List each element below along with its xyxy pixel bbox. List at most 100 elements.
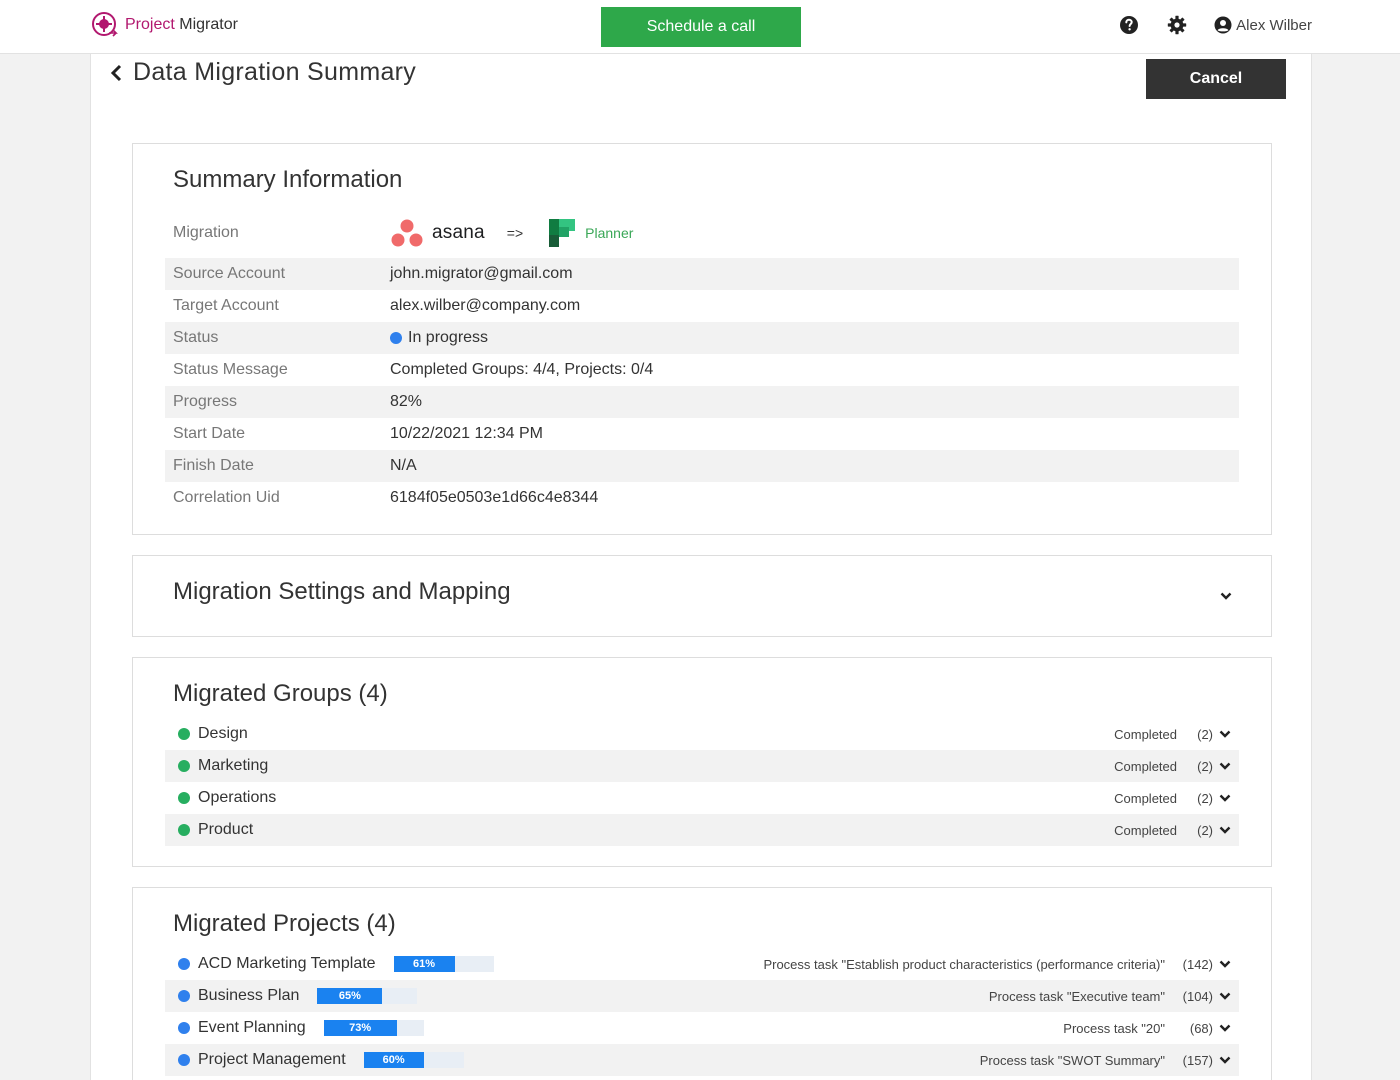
chevron-down-icon[interactable] bbox=[1219, 1024, 1231, 1032]
summary-row-label: Source Account bbox=[173, 265, 286, 282]
project-progress-bar: 61% bbox=[393, 956, 494, 972]
projects-title: Migrated Projects (4) bbox=[173, 910, 396, 937]
summary-row-value: N/A bbox=[390, 457, 417, 474]
group-row[interactable]: Design Completed (2) bbox=[165, 718, 1239, 750]
group-row[interactable]: Marketing Completed (2) bbox=[165, 750, 1239, 782]
summary-row-value: 82% bbox=[390, 393, 423, 410]
summary-row-label: Progress bbox=[173, 393, 238, 410]
project-progress-fill: 61% bbox=[393, 956, 455, 972]
summary-row-label: Status bbox=[173, 329, 219, 346]
projects-card: Migrated Projects (4) ACD Marketing Temp… bbox=[132, 887, 1272, 1080]
summary-row-status: Status In progress bbox=[165, 322, 1239, 354]
top-actions: Alex Wilber bbox=[1118, 14, 1312, 36]
project-status: Process task "Executive team" bbox=[988, 988, 1165, 1004]
group-row[interactable]: Product Completed (2) bbox=[165, 814, 1239, 846]
project-row[interactable]: Event Planning 73% Process task "20" (68) bbox=[165, 1012, 1239, 1044]
status-dot-icon bbox=[178, 1022, 190, 1034]
brand[interactable]: Project Migrator bbox=[91, 11, 238, 39]
groups-title: Migrated Groups (4) bbox=[173, 680, 388, 707]
migration-label: Migration bbox=[173, 224, 239, 241]
status-dot-icon bbox=[178, 760, 190, 772]
project-name: Business Plan bbox=[198, 987, 300, 1004]
status-dot-icon bbox=[178, 792, 190, 804]
project-row[interactable]: ACD Marketing Template 61% Process task … bbox=[165, 948, 1239, 980]
summary-row-label: Start Date bbox=[173, 425, 246, 442]
summary-row-target-account: Target Account alex.wilber@company.com bbox=[165, 290, 1239, 322]
question-circle-icon[interactable] bbox=[1118, 14, 1140, 36]
chevron-down-icon[interactable] bbox=[1219, 762, 1231, 770]
status-dot-icon bbox=[178, 824, 190, 836]
project-count: (142) bbox=[1182, 956, 1213, 972]
planner-logo-icon bbox=[549, 219, 576, 247]
groups-card: Migrated Groups (4) Design Completed (2) … bbox=[132, 657, 1272, 867]
status-dot-icon bbox=[178, 1054, 190, 1066]
group-count: (2) bbox=[1197, 822, 1213, 838]
status-dot-icon bbox=[178, 990, 190, 1002]
project-name: Project Management bbox=[198, 1051, 346, 1068]
page-title: Data Migration Summary bbox=[133, 58, 417, 86]
summary-row-start-date: Start Date 10/22/2021 12:34 PM bbox=[165, 418, 1239, 450]
chevron-down-icon[interactable] bbox=[1219, 960, 1231, 968]
group-count: (2) bbox=[1197, 726, 1213, 742]
status-value: In progress bbox=[390, 329, 488, 347]
chevron-down-icon[interactable] bbox=[1219, 992, 1231, 1000]
summary-row-label: Status Message bbox=[173, 361, 288, 378]
brand-name: Project Migrator bbox=[125, 16, 238, 34]
chevron-down-icon[interactable] bbox=[1219, 1056, 1231, 1064]
chevron-down-icon[interactable] bbox=[1219, 730, 1231, 738]
project-status: Process task "Establish product characte… bbox=[763, 956, 1165, 972]
summary-card: Summary Information Migration asana => P… bbox=[132, 143, 1272, 535]
page-header: Data Migration Summary bbox=[109, 58, 416, 87]
group-status: Completed bbox=[1114, 790, 1177, 806]
brand-name-part1: Project bbox=[125, 16, 175, 33]
migration-logos: asana => Planner bbox=[390, 217, 633, 249]
group-name: Design bbox=[198, 725, 248, 742]
project-migrator-logo-icon bbox=[92, 12, 118, 37]
summary-row-value: 10/22/2021 12:34 PM bbox=[390, 425, 544, 442]
brand-name-part2: Migrator bbox=[179, 16, 238, 33]
asana-logo-text: asana bbox=[432, 222, 485, 243]
chevron-down-icon[interactable] bbox=[1219, 826, 1231, 834]
cancel-button[interactable]: Cancel bbox=[1146, 59, 1286, 99]
project-progress-bar: 60% bbox=[363, 1052, 464, 1068]
group-row[interactable]: Operations Completed (2) bbox=[165, 782, 1239, 814]
page-panel: Data Migration Summary Cancel Summary In… bbox=[90, 54, 1312, 1080]
settings-card[interactable]: Migration Settings and Mapping bbox=[132, 555, 1272, 637]
planner-logo-text: Planner bbox=[585, 225, 634, 241]
summary-row-value: Completed Groups: 4/4, Projects: 0/4 bbox=[390, 361, 654, 378]
group-name: Product bbox=[198, 821, 254, 838]
group-name: Marketing bbox=[198, 757, 269, 774]
summary-row-value: 6184f05e0503e1d66c4e8344 bbox=[390, 489, 599, 506]
gear-icon[interactable] bbox=[1166, 14, 1188, 36]
group-status: Completed bbox=[1114, 758, 1177, 774]
project-progress-bar: 73% bbox=[323, 1020, 424, 1036]
summary-row-progress: Progress 82% bbox=[165, 386, 1239, 418]
project-count: (68) bbox=[1189, 1020, 1213, 1036]
schedule-call-button[interactable]: Schedule a call bbox=[601, 7, 801, 47]
project-count: (157) bbox=[1182, 1052, 1213, 1068]
project-count: (104) bbox=[1182, 988, 1213, 1004]
chevron-down-icon[interactable] bbox=[1220, 592, 1232, 600]
summary-row-correlation-uid: Correlation Uid 6184f05e0503e1d66c4e8344 bbox=[165, 482, 1239, 514]
chevron-left-icon[interactable] bbox=[109, 63, 123, 83]
group-status: Completed bbox=[1114, 726, 1177, 742]
chevron-down-icon[interactable] bbox=[1219, 794, 1231, 802]
project-row[interactable]: Project Management 60% Process task "SWO… bbox=[165, 1044, 1239, 1076]
status-text: In progress bbox=[408, 329, 489, 346]
group-status: Completed bbox=[1114, 822, 1177, 838]
migration-row: Migration asana => Planner bbox=[165, 216, 1239, 250]
summary-row-label: Target Account bbox=[173, 297, 279, 314]
project-progress-fill: 60% bbox=[363, 1052, 424, 1068]
status-dot-icon bbox=[178, 728, 190, 740]
settings-title: Migration Settings and Mapping bbox=[173, 578, 511, 605]
project-name: ACD Marketing Template bbox=[198, 955, 376, 972]
group-name: Operations bbox=[198, 789, 277, 806]
project-progress-bar: 65% bbox=[317, 988, 418, 1004]
summary-row-label: Correlation Uid bbox=[173, 489, 280, 506]
user-menu[interactable]: Alex Wilber bbox=[1214, 16, 1312, 34]
summary-row-value: alex.wilber@company.com bbox=[390, 297, 581, 314]
summary-row-label: Finish Date bbox=[173, 457, 254, 474]
project-progress-fill: 73% bbox=[323, 1020, 397, 1036]
project-row[interactable]: Business Plan 65% Process task "Executiv… bbox=[165, 980, 1239, 1012]
status-dot-icon bbox=[178, 958, 190, 970]
